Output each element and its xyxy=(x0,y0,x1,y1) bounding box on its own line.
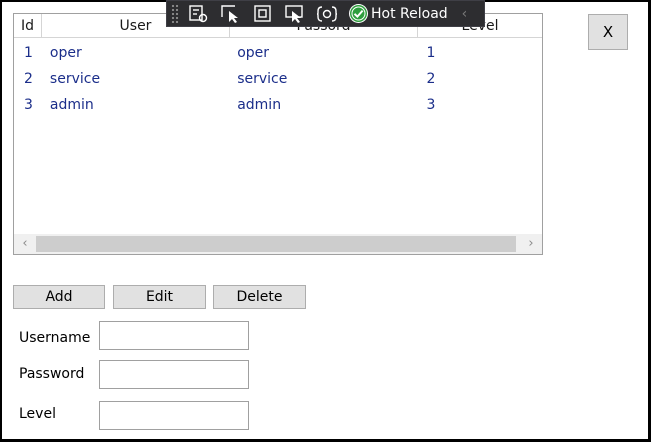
cell-user[interactable]: oper xyxy=(42,40,229,66)
collapse-chevron-icon[interactable]: ‹ xyxy=(462,6,468,22)
hot-reload-label: Hot Reload xyxy=(371,5,448,22)
cell-password[interactable]: oper xyxy=(229,40,418,66)
cell-level[interactable]: 1 xyxy=(418,40,542,66)
cell-password[interactable]: service xyxy=(229,66,418,92)
cell-level[interactable]: 2 xyxy=(418,66,542,92)
table-row[interactable]: 2 service service 2 xyxy=(14,66,542,92)
hot-reload-button[interactable]: Hot Reload xyxy=(349,4,448,23)
table-row[interactable]: 3 admin admin 3 xyxy=(14,92,542,118)
level-label: Level xyxy=(19,406,56,422)
cell-user[interactable]: service xyxy=(42,66,229,92)
level-field[interactable] xyxy=(99,401,249,430)
delete-button[interactable]: Delete xyxy=(213,285,306,309)
cell-id[interactable]: 1 xyxy=(14,40,42,66)
cell-password[interactable]: admin xyxy=(229,92,418,118)
username-field[interactable] xyxy=(99,321,249,350)
chevron-right-icon[interactable]: › xyxy=(520,234,542,254)
grid-body: 1 oper oper 1 2 service service 2 3 admi… xyxy=(14,40,542,118)
hot-reload-status-icon xyxy=(349,4,368,23)
edit-button[interactable]: Edit xyxy=(113,285,206,309)
display-layout-adorners-icon[interactable] xyxy=(251,3,275,25)
live-visual-tree-icon[interactable] xyxy=(187,3,211,25)
chevron-left-icon[interactable]: ‹ xyxy=(14,234,36,254)
password-field[interactable] xyxy=(99,360,249,389)
users-data-grid[interactable]: Id User Passord Level 1 oper oper 1 2 se… xyxy=(13,13,543,255)
add-button[interactable]: Add xyxy=(13,285,105,309)
table-row[interactable]: 1 oper oper 1 xyxy=(14,40,542,66)
scrollbar-thumb[interactable] xyxy=(36,236,516,252)
select-element-icon[interactable] xyxy=(219,3,243,25)
binding-failures-icon[interactable] xyxy=(315,3,339,25)
password-label: Password xyxy=(19,366,85,382)
cell-level[interactable]: 3 xyxy=(418,92,542,118)
hot-reload-toolbar: Hot Reload ‹ xyxy=(166,0,485,27)
cell-id[interactable]: 3 xyxy=(14,92,42,118)
cell-id[interactable]: 2 xyxy=(14,66,42,92)
track-focused-element-icon[interactable] xyxy=(283,3,307,25)
close-button[interactable]: X xyxy=(588,14,628,50)
toolbar-grip-icon[interactable] xyxy=(171,4,179,23)
cell-user[interactable]: admin xyxy=(42,92,229,118)
horizontal-scrollbar[interactable]: ‹ › xyxy=(14,234,542,254)
username-label: Username xyxy=(19,330,91,346)
column-header-id[interactable]: Id xyxy=(14,14,42,38)
user-management-window: Id User Passord Level 1 oper oper 1 2 se… xyxy=(2,2,648,439)
